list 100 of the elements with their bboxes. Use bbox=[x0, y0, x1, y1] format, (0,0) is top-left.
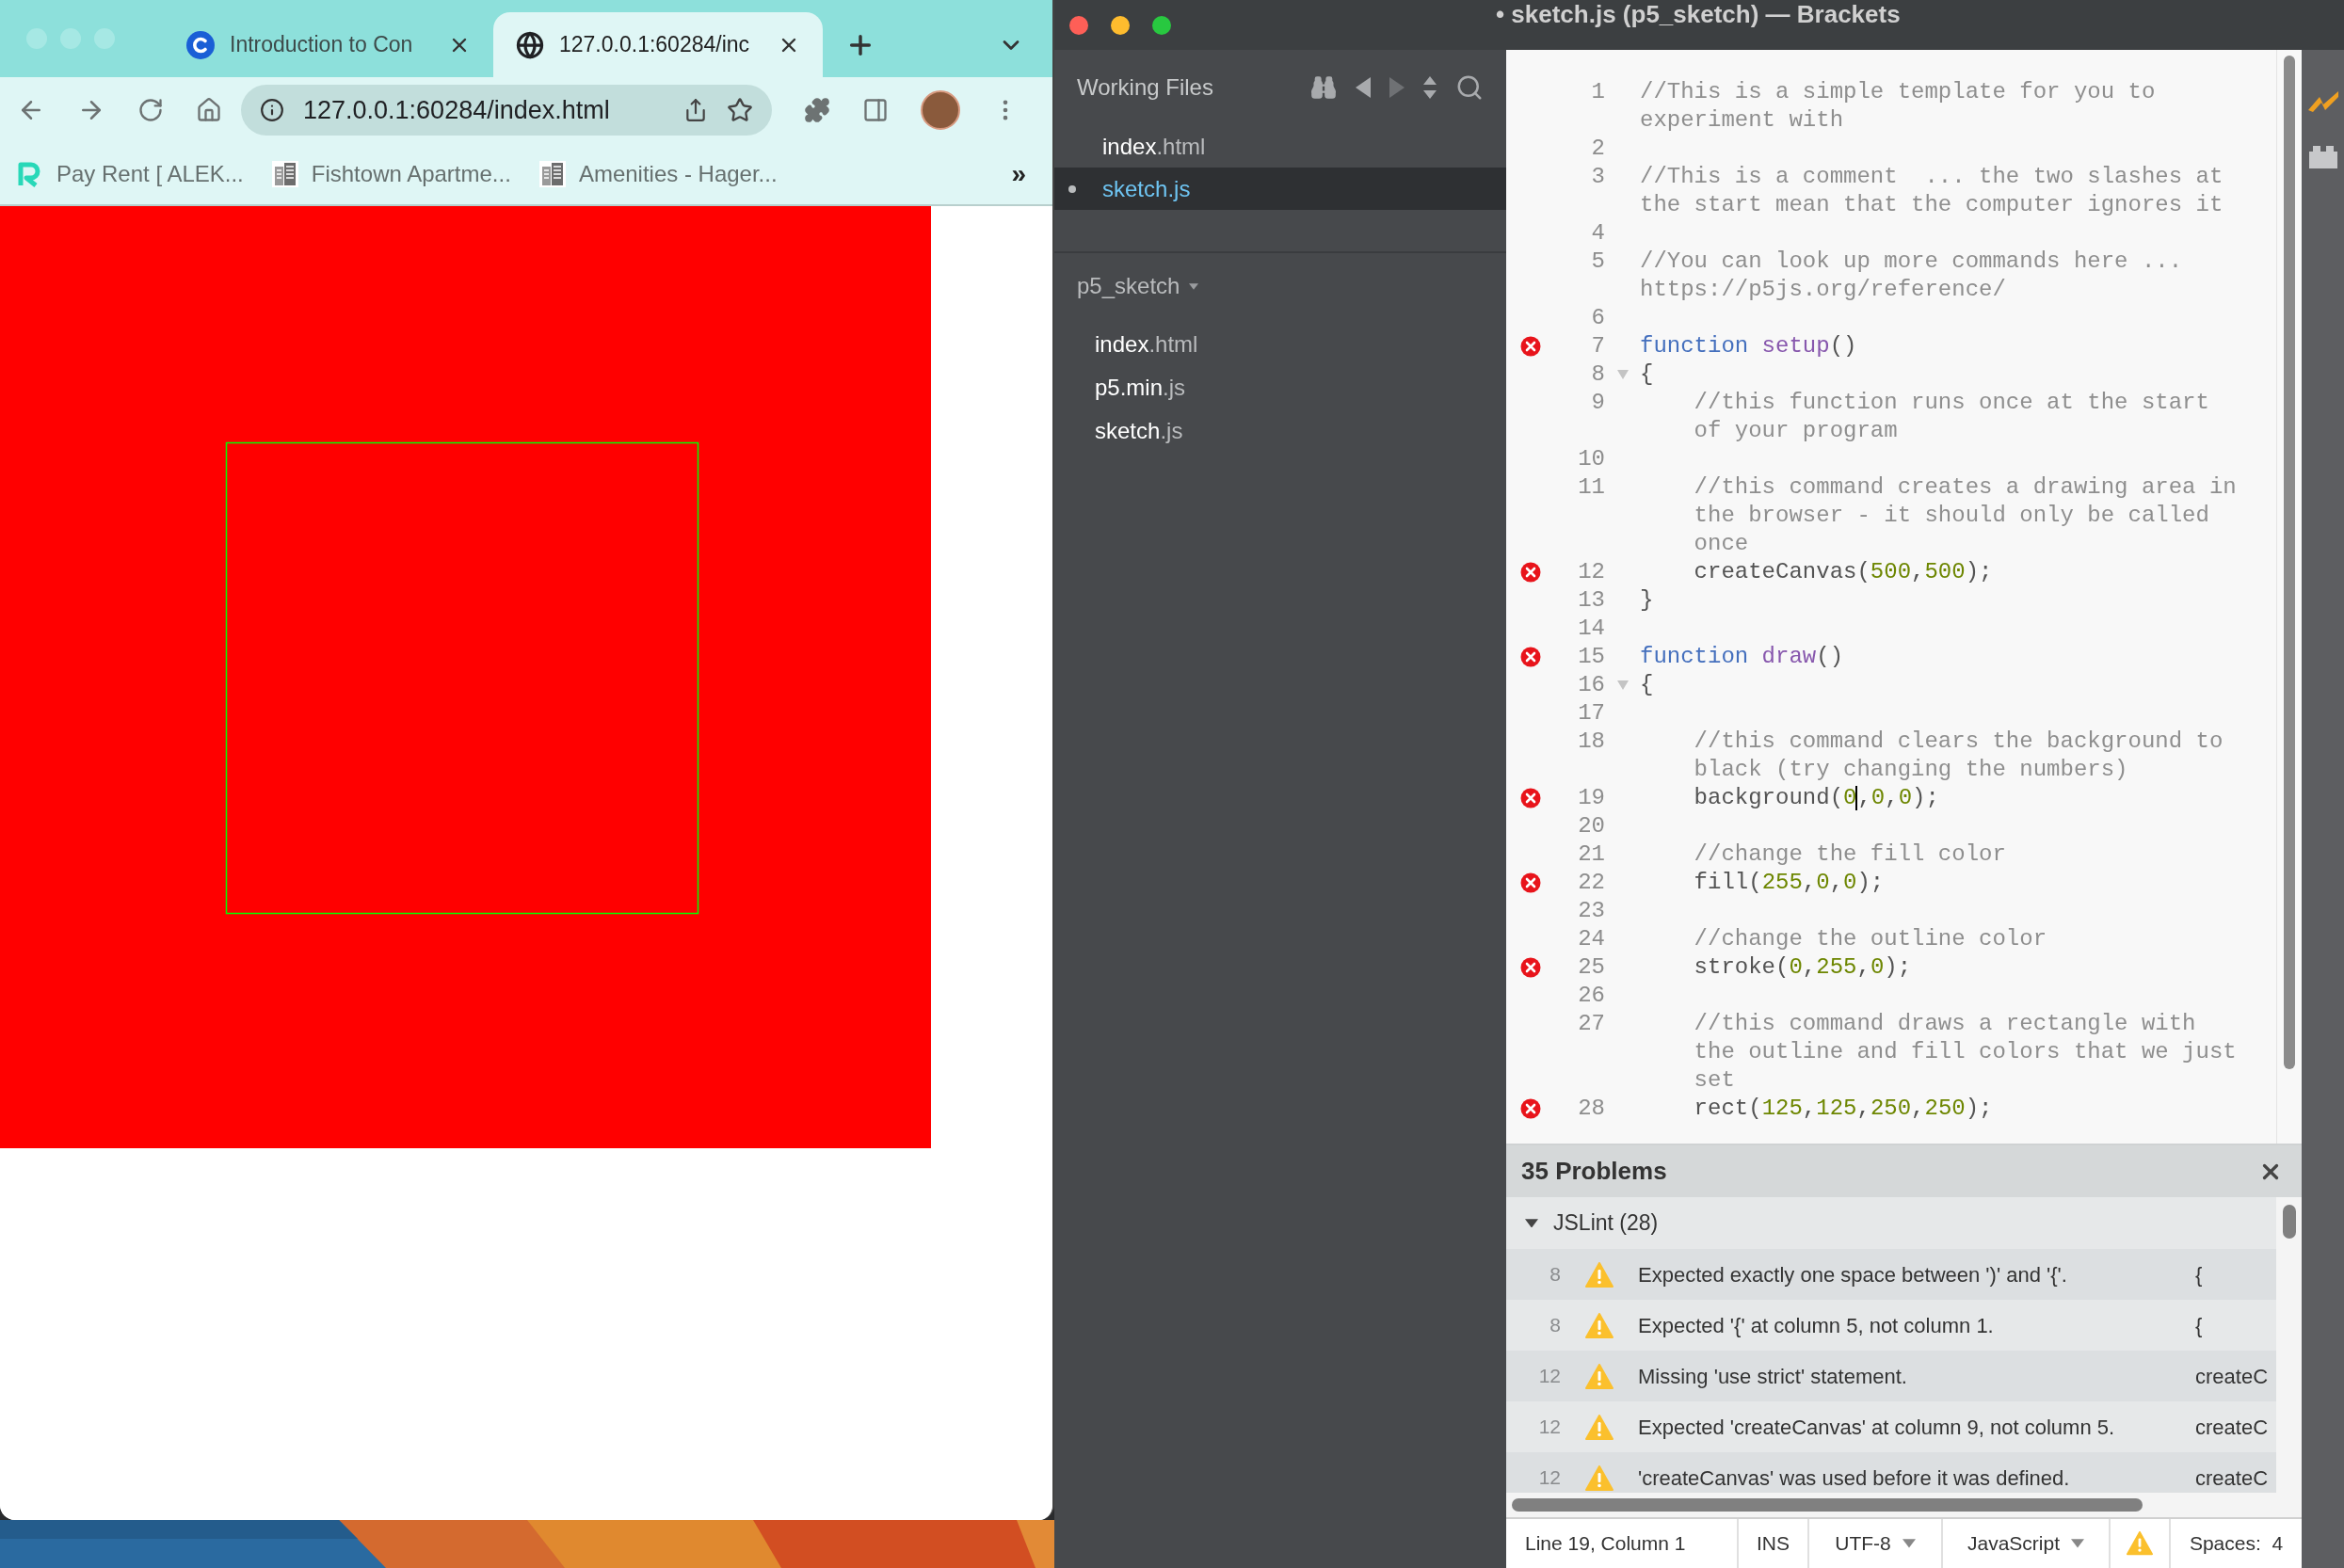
problem-row[interactable]: 8 Expected exactly one space between ')' and '{'. { bbox=[1506, 1249, 2276, 1300]
dropdown-caret-icon bbox=[2071, 1539, 2084, 1548]
address-text: 127.0.0.1:60284/index.html bbox=[303, 94, 611, 126]
file-name[interactable]: index.html bbox=[1102, 129, 1206, 164]
code-line: function draw() bbox=[1640, 643, 1845, 671]
cursor-position: Line 19, Column 1 bbox=[1506, 1519, 1739, 1568]
working-file-row[interactable]: index.html bbox=[1054, 125, 1506, 168]
minimize-window-button[interactable] bbox=[1111, 15, 1130, 35]
browser-tab[interactable]: Introduction to Con bbox=[164, 12, 493, 77]
split-view-icon[interactable] bbox=[1423, 76, 1437, 99]
line-number: 26 bbox=[1577, 982, 1605, 1010]
line-number: 3 bbox=[1590, 163, 1605, 191]
warning-icon bbox=[1585, 1464, 1614, 1491]
problem-message: Expected '{' at column 5, not column 1. bbox=[1638, 1312, 1995, 1339]
code-line: } bbox=[1640, 586, 1655, 615]
problem-row[interactable]: 12 Missing 'use strict' statement. createC bbox=[1506, 1351, 2276, 1401]
line-number: 20 bbox=[1577, 812, 1605, 840]
error-icon bbox=[1520, 336, 1541, 357]
window-title: • sketch.js (p5_sketch) — Brackets bbox=[1496, 0, 1901, 30]
indent-setting[interactable]: Spaces: 4 bbox=[2171, 1519, 2302, 1568]
code-line: function setup() bbox=[1640, 332, 1858, 360]
code-comment: //this command draws a rectangle with the outline and fill colors that we just set bbox=[1693, 1010, 2238, 1095]
horizontal-scrollbar-thumb[interactable] bbox=[1512, 1498, 2143, 1512]
project-name[interactable]: p5_sketch bbox=[1077, 269, 1180, 303]
problem-code: createC bbox=[2195, 1464, 2269, 1492]
reload-icon[interactable] bbox=[137, 97, 164, 123]
warning-icon bbox=[1585, 1312, 1614, 1338]
code-line: background(0,0,0); bbox=[1693, 784, 1940, 812]
error-icon bbox=[1520, 957, 1541, 978]
bookmark[interactable]: Amenities - Hager... bbox=[538, 156, 778, 191]
plugin-icon[interactable] bbox=[2308, 146, 2337, 168]
problem-row[interactable]: 12 'createCanvas' was used before it was defined. createC bbox=[1506, 1452, 2276, 1494]
encoding-dropdown[interactable]: UTF-8 bbox=[1809, 1519, 1943, 1568]
back-arrow-icon[interactable] bbox=[1356, 77, 1371, 98]
file-name[interactable]: sketch.js bbox=[1095, 414, 1183, 448]
line-number: 17 bbox=[1577, 699, 1605, 728]
zoom-window-button[interactable] bbox=[1152, 15, 1171, 35]
code-line: { bbox=[1640, 671, 1655, 699]
binoculars-icon[interactable] bbox=[1310, 74, 1337, 101]
line-number: 28 bbox=[1577, 1095, 1605, 1123]
error-icon bbox=[1520, 872, 1541, 893]
bookmark-star-icon[interactable] bbox=[727, 97, 753, 123]
browser-tab[interactable]: 127.0.0.1:60284/inc bbox=[493, 12, 823, 77]
home-icon[interactable] bbox=[196, 97, 222, 123]
address-bar[interactable]: 127.0.0.1:60284/index.html bbox=[241, 85, 772, 136]
line-number: 9 bbox=[1590, 389, 1605, 417]
avatar[interactable] bbox=[921, 90, 960, 130]
code-line: createCanvas(500,500); bbox=[1693, 558, 1994, 586]
bookmark[interactable]: Fishtown Apartme... bbox=[271, 156, 511, 191]
expand-caret-icon bbox=[1525, 1218, 1538, 1228]
working-file-row[interactable]: sketch.js bbox=[1054, 168, 1506, 210]
scrollbar-thumb[interactable] bbox=[2282, 1205, 2296, 1239]
code-line: stroke(0,255,0); bbox=[1693, 953, 1913, 982]
error-icon bbox=[1520, 1098, 1541, 1119]
lightning-icon[interactable] bbox=[2307, 91, 2338, 112]
globe-icon bbox=[516, 30, 544, 59]
bookmark-label: Fishtown Apartme... bbox=[311, 159, 511, 188]
language-dropdown[interactable]: JavaScript bbox=[1943, 1519, 2111, 1568]
code-comment: //This is a comment ... the two slashes at the start mean that the computer ignores it bbox=[1640, 163, 2224, 219]
file-name[interactable]: sketch.js bbox=[1102, 171, 1191, 206]
tab-title: 127.0.0.1:60284/inc bbox=[559, 31, 751, 59]
code-line: fill(255,0,0); bbox=[1693, 869, 1886, 897]
warning-icon bbox=[2127, 1531, 2153, 1556]
file-name[interactable]: index.html bbox=[1095, 328, 1198, 361]
bookmark[interactable]: Pay Rent [ ALEK... bbox=[17, 156, 244, 191]
extensions-icon[interactable] bbox=[804, 97, 830, 123]
warning-icon bbox=[1585, 1414, 1614, 1440]
line-number: 14 bbox=[1577, 615, 1605, 643]
error-icon bbox=[1520, 788, 1541, 808]
scrollbar-thumb[interactable] bbox=[2284, 56, 2295, 1069]
problem-group[interactable]: JSLint (28) bbox=[1506, 1197, 2276, 1249]
share-icon[interactable] bbox=[683, 98, 708, 122]
line-number: 15 bbox=[1577, 643, 1605, 671]
problem-message: Missing 'use strict' statement. bbox=[1638, 1363, 1908, 1390]
code-line: { bbox=[1640, 360, 1655, 389]
more-bookmarks-button[interactable]: » bbox=[1011, 153, 1026, 194]
code-comment: //This is a simple template for you to experiment with bbox=[1640, 78, 2157, 135]
side-panel-icon[interactable] bbox=[862, 97, 889, 123]
dropdown-caret-icon bbox=[1189, 282, 1199, 290]
insert-mode-toggle[interactable]: INS bbox=[1739, 1519, 1809, 1568]
line-number: 23 bbox=[1577, 897, 1605, 925]
problem-message: Expected 'createCanvas' at column 9, not column 5. bbox=[1638, 1414, 2116, 1441]
problems-title: 35 Problems bbox=[1521, 1156, 1667, 1187]
info-icon[interactable] bbox=[260, 98, 284, 122]
file-name[interactable]: p5.min.js bbox=[1095, 371, 1186, 405]
dropdown-caret-icon bbox=[1902, 1539, 1916, 1548]
problem-line-number: 12 bbox=[1537, 1364, 1561, 1389]
line-number: 16 bbox=[1577, 671, 1605, 699]
close-window-button[interactable] bbox=[1069, 15, 1088, 35]
tab-title: Introduction to Con bbox=[230, 31, 414, 59]
problem-line-number: 12 bbox=[1537, 1465, 1561, 1491]
code-comment: //You can look up more commands here ... https://p5js.org/reference/ bbox=[1640, 248, 2184, 304]
problem-code: { bbox=[2195, 1312, 2203, 1339]
line-number: 12 bbox=[1577, 558, 1605, 586]
line-number: 6 bbox=[1590, 304, 1605, 332]
problem-code: createC bbox=[2195, 1363, 2269, 1390]
error-icon bbox=[1520, 562, 1541, 583]
search-icon[interactable] bbox=[1455, 73, 1484, 102]
code-comment: //this command clears the background to black (try changing the numbers) bbox=[1693, 728, 2224, 784]
problem-line-number: 8 bbox=[1549, 1313, 1561, 1338]
